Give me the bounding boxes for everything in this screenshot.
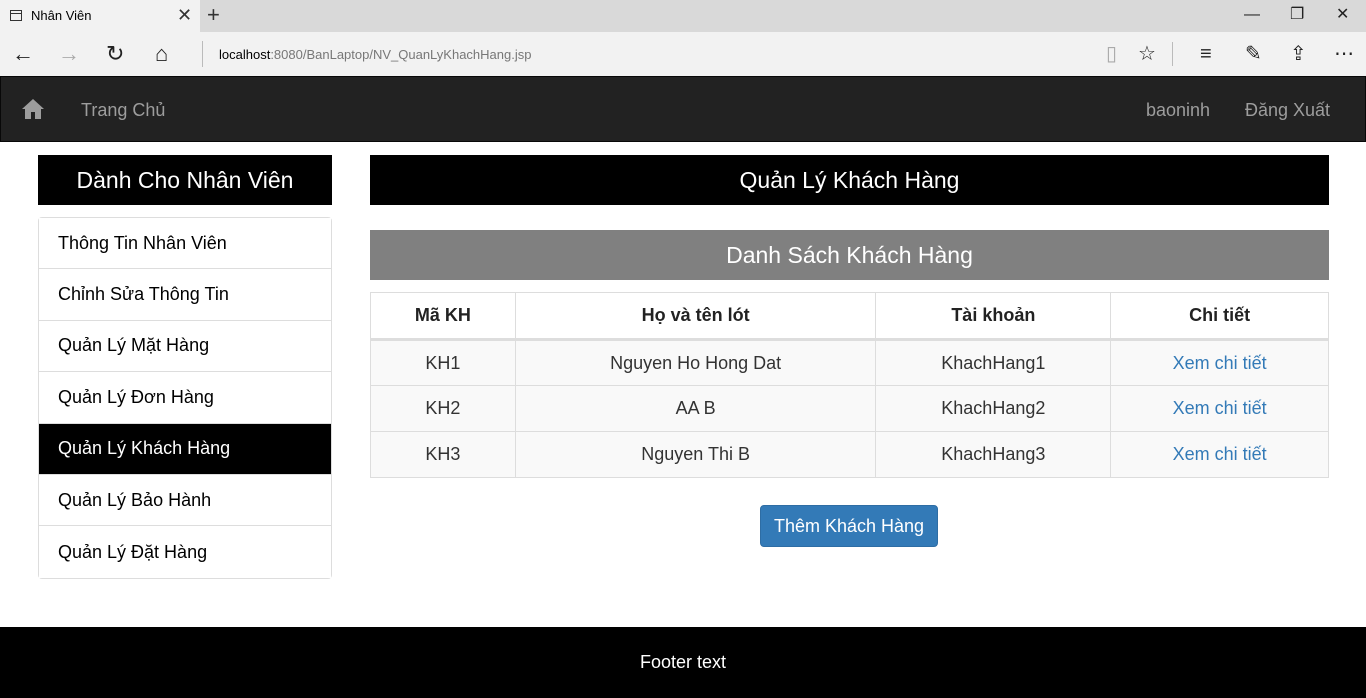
cell-detail: Xem chi tiết <box>1110 431 1329 478</box>
close-tab-icon[interactable]: ✕ <box>177 6 192 24</box>
share-icon[interactable]: ⇪ <box>1290 42 1307 66</box>
top-navbar: Trang Chủ baoninh Đăng Xuất <box>0 76 1366 142</box>
restore-icon[interactable]: ❐ <box>1290 5 1304 25</box>
home-browser-icon[interactable]: ⌂ <box>155 42 168 66</box>
sidebar-item-edit-info[interactable]: Chỉnh Sửa Thông Tin <box>39 269 331 321</box>
cell-account: KhachHang3 <box>875 431 1112 478</box>
minimize-icon[interactable]: — <box>1244 5 1260 25</box>
section-title: Danh Sách Khách Hàng <box>370 230 1329 280</box>
url-path: :8080/BanLaptop/NV_QuanLyKhachHang.jsp <box>270 47 532 62</box>
page-title: Quản Lý Khách Hàng <box>370 155 1329 205</box>
url-field[interactable]: localhost:8080/BanLaptop/NV_QuanLyKhachH… <box>219 47 531 62</box>
browser-tab-bar: Nhân Viên ✕ + — ❐ ✕ <box>0 0 1366 32</box>
refresh-icon[interactable]: ↻ <box>106 42 124 66</box>
sidebar-menu: Thông Tin Nhân Viên Chỉnh Sửa Thông Tin … <box>38 217 332 579</box>
column-header-id: Mã KH <box>370 292 516 341</box>
sidebar-title: Dành Cho Nhân Viên <box>38 155 332 205</box>
hub-icon[interactable]: ≡ <box>1200 42 1212 66</box>
new-tab-icon[interactable]: + <box>207 3 220 27</box>
close-window-icon[interactable]: ✕ <box>1336 5 1349 25</box>
cell-account: KhachHang2 <box>875 385 1112 432</box>
customer-table: Mã KH Họ và tên lót Tài khoản Chi tiết K… <box>370 292 1329 478</box>
cell-name: Nguyen Ho Hong Dat <box>514 339 877 386</box>
cell-name: Nguyen Thi B <box>514 431 877 478</box>
username-link[interactable]: baoninh <box>1146 100 1210 121</box>
reading-view-icon[interactable]: ▯ <box>1106 42 1117 66</box>
column-header-name: Họ và tên lót <box>514 292 877 341</box>
sidebar-item-reservations[interactable]: Quản Lý Đặt Hàng <box>39 526 331 578</box>
view-detail-link[interactable]: Xem chi tiết <box>1173 398 1267 418</box>
column-header-detail: Chi tiết <box>1110 292 1329 341</box>
tab-title: Nhân Viên <box>31 8 92 23</box>
home-icon[interactable] <box>21 97 45 121</box>
view-detail-link[interactable]: Xem chi tiết <box>1173 353 1267 373</box>
forward-icon[interactable]: → <box>58 42 80 66</box>
add-customer-button[interactable]: Thêm Khách Hàng <box>760 505 938 547</box>
footer: Footer text <box>0 627 1366 698</box>
footer-text: Footer text <box>639 652 727 672</box>
address-bar: ← → ↻ ⌂ localhost:8080/BanLaptop/NV_Quan… <box>0 32 1366 76</box>
home-link[interactable]: Trang Chủ <box>81 100 165 121</box>
column-header-account: Tài khoản <box>875 292 1112 341</box>
browser-tab[interactable]: Nhân Viên ✕ <box>0 0 200 32</box>
sidebar-item-orders[interactable]: Quản Lý Đơn Hàng <box>39 372 331 424</box>
sidebar-item-customers[interactable]: Quản Lý Khách Hàng <box>39 423 331 475</box>
sidebar-item-employee-info[interactable]: Thông Tin Nhân Viên <box>39 218 331 270</box>
cell-id: KH2 <box>370 385 516 432</box>
web-note-icon[interactable]: ✎ <box>1245 42 1262 66</box>
table-row: KH2 AA B KhachHang2 Xem chi tiết <box>370 385 1329 432</box>
table-header-row: Mã KH Họ và tên lót Tài khoản Chi tiết <box>370 292 1329 341</box>
divider <box>1172 42 1173 66</box>
table-row: KH1 Nguyen Ho Hong Dat KhachHang1 Xem ch… <box>370 339 1329 386</box>
cell-name: AA B <box>514 385 877 432</box>
cell-detail: Xem chi tiết <box>1110 339 1329 386</box>
back-icon[interactable]: ← <box>12 42 34 66</box>
favorite-star-icon[interactable]: ☆ <box>1138 42 1156 66</box>
cell-id: KH1 <box>370 339 516 386</box>
logout-link[interactable]: Đăng Xuất <box>1245 100 1330 121</box>
view-detail-link[interactable]: Xem chi tiết <box>1173 444 1267 464</box>
url-host: localhost <box>219 47 271 62</box>
cell-id: KH3 <box>370 431 516 478</box>
cell-detail: Xem chi tiết <box>1110 385 1329 432</box>
divider <box>202 41 203 67</box>
table-row: KH3 Nguyen Thi B KhachHang3 Xem chi tiết <box>370 431 1329 478</box>
cell-account: KhachHang1 <box>875 339 1112 386</box>
sidebar-item-warranty[interactable]: Quản Lý Bảo Hành <box>39 474 331 527</box>
more-icon[interactable]: ⋯ <box>1334 42 1354 66</box>
page-icon <box>10 10 22 21</box>
sidebar-item-products[interactable]: Quản Lý Mặt Hàng <box>39 320 331 373</box>
